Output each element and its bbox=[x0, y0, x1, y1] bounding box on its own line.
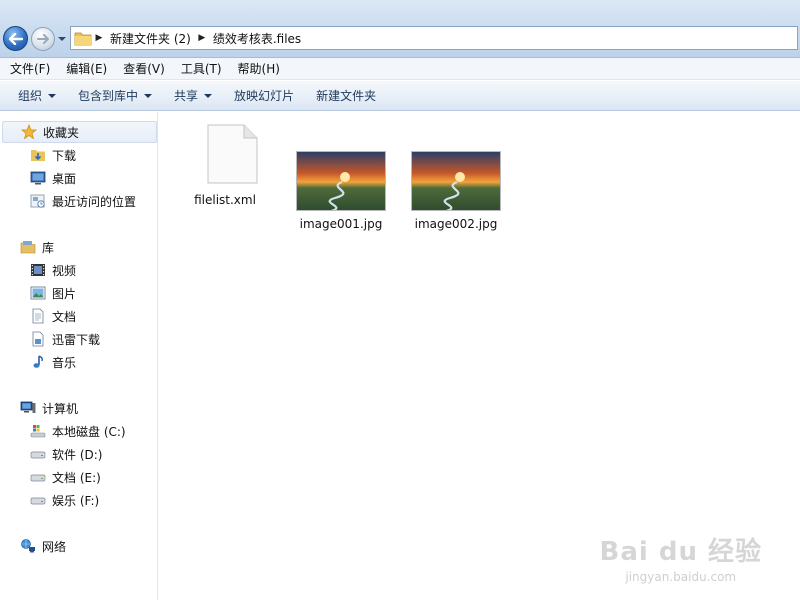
sidebar-item-network[interactable]: 网络 bbox=[20, 535, 66, 557]
menu-view[interactable]: 查看(V) bbox=[117, 60, 171, 77]
sidebar-item-label: 计算机 bbox=[42, 401, 79, 416]
sidebar-item-label: 文档 bbox=[52, 309, 77, 324]
sidebar-item-label: 图片 bbox=[52, 286, 77, 301]
breadcrumb-item[interactable]: 绩效考核表.files bbox=[209, 30, 305, 47]
share-label: 共享 bbox=[174, 89, 199, 103]
sidebar-item-downloads[interactable]: 下载 bbox=[30, 144, 76, 166]
video-icon bbox=[31, 264, 45, 276]
sidebar-item-recent-places[interactable]: 最近访问的位置 bbox=[30, 190, 136, 212]
music-note-icon bbox=[33, 355, 43, 368]
sidebar-item-label: 桌面 bbox=[52, 171, 77, 186]
menu-file[interactable]: 文件(F) bbox=[4, 60, 56, 77]
organize-label: 组织 bbox=[18, 89, 43, 103]
address-bar[interactable]: ▶ 新建文件夹 (2) ▶ 绩效考核表.files bbox=[70, 26, 798, 50]
baidu-watermark: Bai du 经验 jingyan.baidu.com bbox=[600, 531, 763, 584]
forward-arrow-icon bbox=[37, 34, 49, 44]
file-item[interactable]: image002.jpg bbox=[406, 151, 506, 231]
downloads-document-icon bbox=[32, 331, 44, 347]
sidebar-item-videos[interactable]: 视频 bbox=[30, 259, 76, 281]
sidebar-item-label: 收藏夹 bbox=[43, 125, 80, 140]
file-list: filelist.xml image001.jpg image002.jpg bbox=[159, 112, 800, 600]
chevron-down-icon bbox=[48, 93, 57, 98]
image-thumbnail bbox=[411, 151, 501, 211]
title-bar: ▶ 新建文件夹 (2) ▶ 绩效考核表.files bbox=[0, 0, 800, 58]
navigation-pane: 收藏夹 下载 桌面 最近访问的位置 库 视频 图片 文档 迅雷下载 音乐 计算机… bbox=[0, 112, 158, 600]
command-toolbar: 组织 包含到库中 共享 放映幻灯片 新建文件夹 bbox=[0, 81, 800, 111]
share-button[interactable]: 共享 bbox=[166, 87, 220, 104]
system-drive-icon bbox=[30, 425, 46, 438]
slideshow-label: 放映幻灯片 bbox=[234, 89, 295, 103]
chevron-down-icon bbox=[204, 93, 213, 98]
back-arrow-icon bbox=[8, 32, 23, 45]
slideshow-button[interactable]: 放映幻灯片 bbox=[226, 87, 302, 104]
include-in-library-label: 包含到库中 bbox=[78, 89, 139, 103]
recent-pages-dropdown[interactable] bbox=[57, 34, 67, 44]
file-name: filelist.xml bbox=[194, 193, 256, 207]
pictures-icon bbox=[30, 286, 46, 300]
sidebar-item-documents[interactable]: 文档 bbox=[30, 305, 76, 327]
menu-bar: 文件(F) 编辑(E) 查看(V) 工具(T) 帮助(H) bbox=[0, 58, 800, 80]
hard-drive-icon bbox=[30, 497, 46, 505]
computer-icon bbox=[20, 401, 36, 413]
sidebar-item-label: 库 bbox=[42, 240, 55, 255]
menu-edit[interactable]: 编辑(E) bbox=[60, 60, 113, 77]
file-name: image001.jpg bbox=[299, 217, 383, 231]
sidebar-item-libraries[interactable]: 库 bbox=[20, 236, 54, 258]
back-button[interactable] bbox=[3, 26, 28, 51]
watermark-logo: Bai du 经验 bbox=[599, 537, 762, 567]
sidebar-item-label: 最近访问的位置 bbox=[52, 194, 137, 209]
sidebar-item-label: 音乐 bbox=[52, 355, 77, 370]
sidebar-item-favorites[interactable]: 收藏夹 bbox=[2, 121, 157, 143]
sidebar-item-label: 文档 (E:) bbox=[52, 470, 101, 485]
sidebar-item-music[interactable]: 音乐 bbox=[30, 351, 76, 373]
library-icon bbox=[20, 241, 36, 254]
new-folder-button[interactable]: 新建文件夹 bbox=[308, 87, 384, 104]
hard-drive-icon bbox=[30, 474, 46, 482]
xml-file-icon bbox=[207, 124, 258, 184]
sidebar-item-desktop[interactable]: 桌面 bbox=[30, 167, 76, 189]
file-item[interactable]: filelist.xml bbox=[175, 124, 275, 207]
desktop-icon bbox=[30, 171, 46, 185]
organize-button[interactable]: 组织 bbox=[10, 87, 64, 104]
new-folder-label: 新建文件夹 bbox=[316, 89, 377, 103]
sidebar-item-pictures[interactable]: 图片 bbox=[30, 282, 76, 304]
sidebar-item-label: 视频 bbox=[52, 263, 77, 278]
star-icon bbox=[21, 124, 37, 140]
sidebar-item-computer[interactable]: 计算机 bbox=[20, 397, 78, 419]
forward-button[interactable] bbox=[31, 27, 55, 51]
sidebar-item-drive-d[interactable]: 软件 (D:) bbox=[30, 443, 102, 465]
sidebar-item-label: 迅雷下载 bbox=[52, 332, 101, 347]
image-thumbnail bbox=[296, 151, 386, 211]
sidebar-item-label: 本地磁盘 (C:) bbox=[52, 424, 126, 439]
documents-icon bbox=[32, 308, 44, 324]
sidebar-item-label: 软件 (D:) bbox=[52, 447, 103, 462]
recent-places-icon bbox=[30, 194, 45, 208]
chevron-down-icon bbox=[144, 93, 153, 98]
sidebar-item-drive-c[interactable]: 本地磁盘 (C:) bbox=[30, 420, 126, 442]
downloads-folder-icon bbox=[31, 150, 45, 161]
folder-icon bbox=[74, 32, 92, 46]
hard-drive-icon bbox=[30, 451, 46, 459]
sidebar-item-thunder-downloads[interactable]: 迅雷下载 bbox=[30, 328, 100, 350]
sidebar-item-label: 娱乐 (F:) bbox=[52, 493, 100, 508]
breadcrumb-separator-icon[interactable]: ▶ bbox=[92, 33, 106, 43]
file-name: image002.jpg bbox=[414, 217, 498, 231]
menu-help[interactable]: 帮助(H) bbox=[232, 60, 286, 77]
breadcrumb-item[interactable]: 新建文件夹 (2) bbox=[106, 30, 195, 47]
menu-tools[interactable]: 工具(T) bbox=[175, 60, 228, 77]
network-icon bbox=[21, 539, 35, 553]
sidebar-item-label: 下载 bbox=[52, 148, 77, 163]
include-in-library-button[interactable]: 包含到库中 bbox=[70, 87, 160, 104]
breadcrumb-separator-icon[interactable]: ▶ bbox=[195, 33, 209, 43]
sidebar-item-drive-e[interactable]: 文档 (E:) bbox=[30, 466, 101, 488]
sidebar-item-drive-f[interactable]: 娱乐 (F:) bbox=[30, 489, 99, 511]
sidebar-item-label: 网络 bbox=[42, 539, 67, 554]
watermark-url: jingyan.baidu.com bbox=[625, 570, 737, 584]
file-item[interactable]: image001.jpg bbox=[291, 151, 391, 231]
